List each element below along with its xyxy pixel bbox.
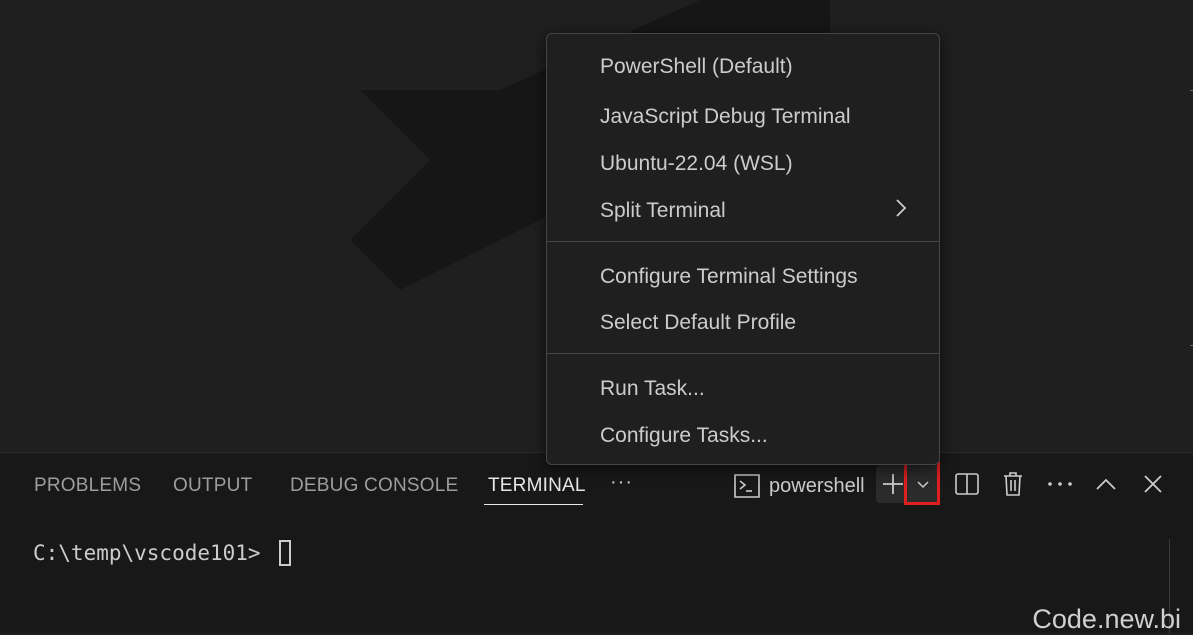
menu-item-select-default-profile[interactable]: Select Default Profile bbox=[600, 311, 796, 335]
menu-item-powershell-default[interactable]: PowerShell (Default) bbox=[600, 55, 793, 79]
plus-icon bbox=[883, 474, 903, 494]
terminal-cursor bbox=[279, 540, 291, 566]
tab-terminal[interactable]: TERMINAL bbox=[488, 475, 586, 497]
terminal-instance-selector[interactable]: powershell bbox=[733, 471, 865, 501]
split-terminal-button[interactable] bbox=[952, 465, 982, 503]
close-icon bbox=[1144, 475, 1162, 493]
menu-item-javascript-debug-terminal[interactable]: JavaScript Debug Terminal bbox=[600, 105, 851, 129]
more-tabs-button[interactable]: ··· bbox=[610, 471, 633, 494]
menu-item-split-terminal[interactable]: Split Terminal bbox=[600, 199, 726, 223]
split-editor-icon bbox=[955, 473, 979, 495]
bottom-panel: PROBLEMS OUTPUT DEBUG CONSOLE TERMINAL ·… bbox=[0, 452, 1193, 634]
close-panel-button[interactable] bbox=[1138, 465, 1168, 503]
terminal-prompt: C:\temp\vscode101> bbox=[33, 541, 261, 565]
more-actions-button[interactable] bbox=[1045, 465, 1075, 503]
terminal-name-label: powershell bbox=[769, 474, 865, 497]
tab-output[interactable]: OUTPUT bbox=[173, 475, 252, 497]
kill-terminal-button[interactable] bbox=[998, 465, 1028, 503]
highlight-annotation bbox=[904, 461, 940, 505]
chevron-right-icon bbox=[896, 199, 907, 217]
tab-problems[interactable]: PROBLEMS bbox=[34, 475, 141, 497]
chevron-up-icon bbox=[1096, 478, 1116, 490]
maximize-panel-button[interactable] bbox=[1091, 465, 1121, 503]
menu-item-ubuntu-wsl[interactable]: Ubuntu-22.04 (WSL) bbox=[600, 152, 793, 176]
menu-separator bbox=[547, 353, 939, 354]
active-tab-indicator bbox=[484, 504, 583, 505]
trash-icon bbox=[1004, 472, 1022, 496]
menu-separator bbox=[547, 241, 939, 242]
tab-debug-console[interactable]: DEBUG CONSOLE bbox=[290, 475, 458, 497]
ellipsis-icon bbox=[1048, 482, 1072, 486]
terminal-launch-menu: PowerShell (Default) JavaScript Debug Te… bbox=[546, 33, 940, 465]
terminal-icon bbox=[734, 474, 760, 498]
site-watermark: Code.new.bi bbox=[1032, 604, 1181, 634]
menu-item-run-task[interactable]: Run Task... bbox=[600, 377, 705, 401]
menu-item-configure-terminal-settings[interactable]: Configure Terminal Settings bbox=[600, 265, 858, 289]
menu-item-configure-tasks[interactable]: Configure Tasks... bbox=[600, 424, 768, 448]
